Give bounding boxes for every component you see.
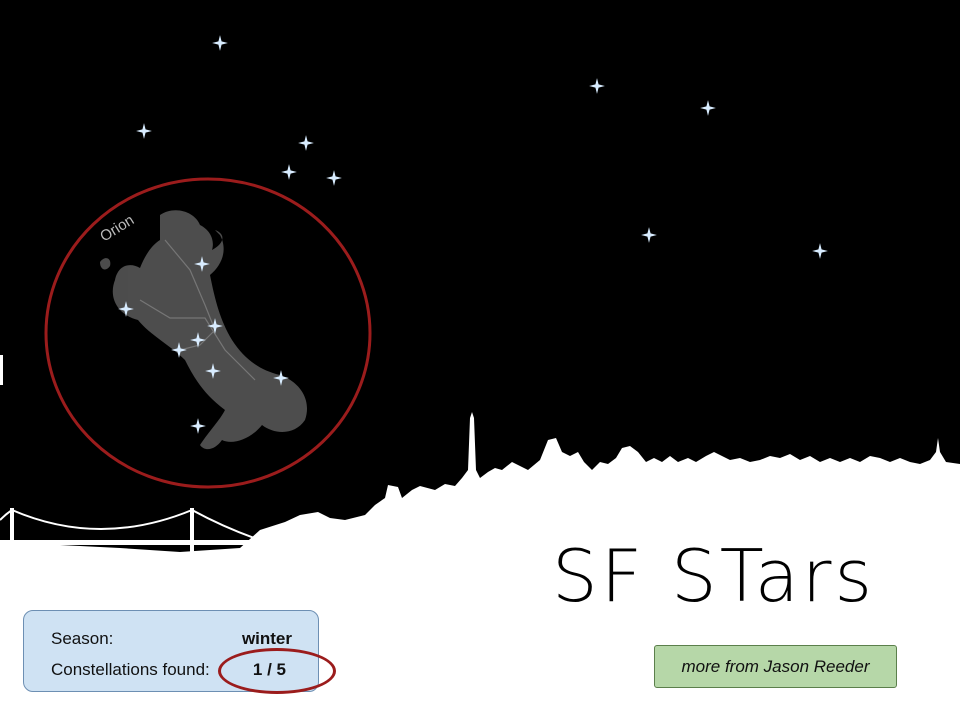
star[interactable] <box>281 164 297 180</box>
constellations-found-label: Constellations found: <box>51 660 210 679</box>
star[interactable] <box>700 100 716 116</box>
star[interactable] <box>136 123 152 139</box>
star[interactable] <box>190 418 206 434</box>
season-value: winter <box>241 629 292 648</box>
star[interactable] <box>641 227 657 243</box>
found-count-highlight-ring <box>218 648 336 694</box>
star[interactable] <box>326 170 342 186</box>
star[interactable] <box>812 243 828 259</box>
orion-figure <box>100 210 308 450</box>
more-from-author-button[interactable]: more from Jason Reeder <box>654 645 897 688</box>
star[interactable] <box>589 78 605 94</box>
star[interactable] <box>212 35 228 51</box>
season-label: Season: <box>51 629 114 648</box>
star[interactable] <box>298 135 314 151</box>
game-title: SF STars <box>552 534 876 618</box>
